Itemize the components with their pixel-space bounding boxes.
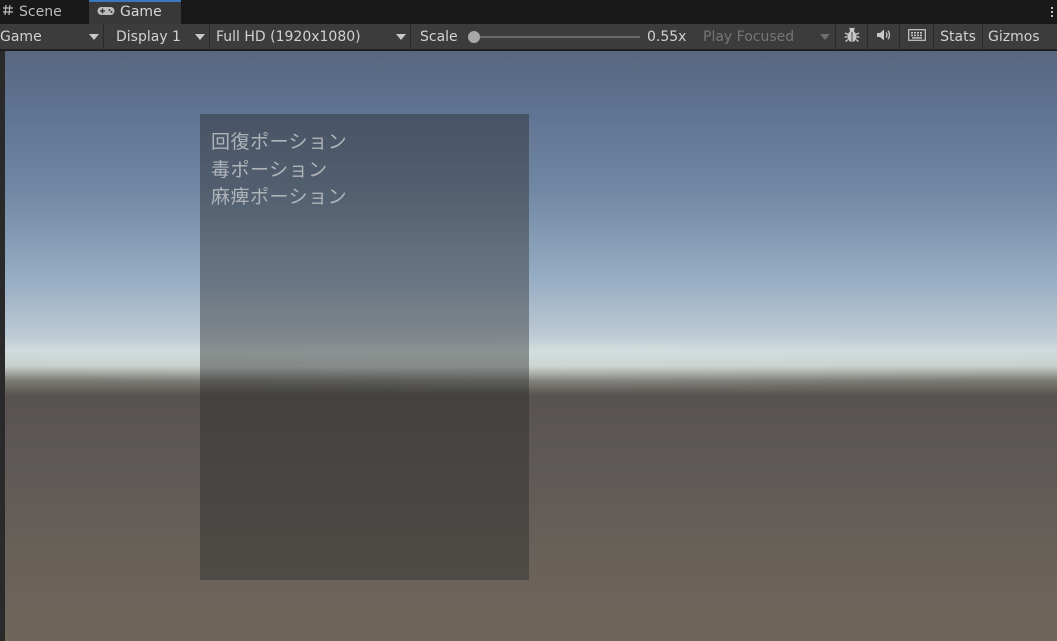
game-view-dropdown-label: Game	[0, 29, 42, 45]
list-item: 回復ポーション	[211, 131, 348, 153]
chevron-down-icon	[89, 34, 99, 40]
keyboard-shortcuts-button[interactable]	[900, 24, 934, 50]
tab-bar: Scene Game	[0, 0, 1057, 24]
bug-icon	[843, 26, 861, 48]
gizmos-button[interactable]: Gizmos	[983, 24, 1057, 50]
tab-scene-label: Scene	[19, 4, 62, 20]
tab-scene[interactable]: Scene	[0, 0, 88, 24]
more-options-icon[interactable]	[1049, 2, 1055, 22]
item-list-panel: 回復ポーション 毒ポーション 麻痺ポーション	[200, 114, 529, 580]
chevron-down-icon	[820, 34, 830, 40]
horizon-glow	[5, 331, 1057, 391]
chevron-down-icon	[195, 34, 205, 40]
play-mode-dropdown-label: Play Focused	[703, 29, 795, 45]
game-toolbar: Game Display 1 Full HD (1920x1080) Scale…	[0, 24, 1057, 50]
gizmos-button-label: Gizmos	[988, 29, 1040, 45]
hash-icon	[2, 4, 14, 20]
play-mode-dropdown[interactable]: Play Focused	[698, 24, 836, 50]
gamepad-icon	[97, 4, 115, 20]
resolution-dropdown[interactable]: Full HD (1920x1080)	[211, 24, 411, 50]
chevron-down-icon	[396, 34, 406, 40]
tab-game-label: Game	[120, 4, 162, 20]
keyboard-icon	[907, 29, 926, 45]
tab-game[interactable]: Game	[89, 0, 181, 24]
resolution-dropdown-label: Full HD (1920x1080)	[216, 29, 361, 45]
display-dropdown-label: Display 1	[116, 29, 181, 45]
scale-slider-thumb[interactable]	[468, 31, 480, 43]
debug-button[interactable]	[836, 24, 868, 50]
speaker-icon	[876, 28, 892, 46]
display-dropdown[interactable]: Display 1	[105, 24, 210, 50]
list-item: 毒ポーション	[211, 159, 328, 181]
game-view-dropdown[interactable]: Game	[0, 24, 104, 50]
scale-label: Scale	[420, 29, 458, 45]
scale-value: 0.55x	[647, 29, 687, 45]
stats-button[interactable]: Stats	[934, 24, 983, 50]
mute-audio-button[interactable]	[868, 24, 900, 50]
game-viewport[interactable]: 回復ポーション 毒ポーション 麻痺ポーション	[0, 51, 1057, 641]
scale-slider-track[interactable]	[474, 36, 640, 38]
list-item: 麻痺ポーション	[211, 186, 348, 208]
